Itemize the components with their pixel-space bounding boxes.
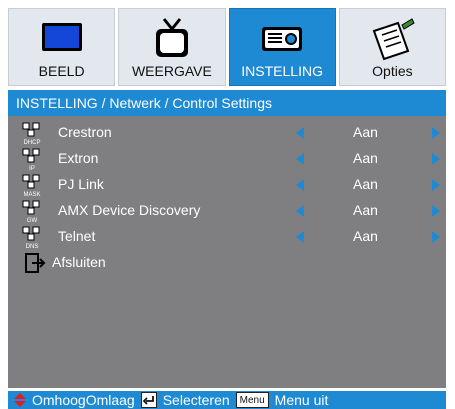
arrow-right-icon[interactable] — [432, 205, 440, 217]
tab-opties[interactable]: Opties — [338, 8, 446, 86]
exit-icon — [25, 253, 46, 273]
select-hint: Selecteren — [162, 392, 230, 408]
settings-list: DHCP Crestron Aan IP Extron Aan MASK PJ … — [8, 120, 446, 276]
tab-weergave[interactable]: WEERGAVE — [118, 8, 226, 86]
menu-tabs: BEELD WEERGAVE INSTELLING Opties — [8, 8, 446, 86]
enter-key-icon — [140, 392, 157, 408]
arrow-left-icon[interactable] — [296, 205, 304, 217]
setting-row-crestron[interactable]: DHCP Crestron Aan — [8, 120, 446, 146]
up-down-arrows-icon — [14, 393, 26, 407]
network-icon: DHCP — [22, 122, 41, 146]
exit-label: Afsluiten — [52, 254, 106, 270]
menu-exit-hint: Menu uit — [274, 392, 329, 408]
arrow-left-icon[interactable] — [296, 179, 304, 191]
network-icon: DNS — [22, 226, 40, 250]
setting-value: Aan — [353, 202, 378, 218]
breadcrumb: INSTELLING / Netwerk / Control Settings — [8, 90, 446, 116]
setting-label: Extron — [58, 150, 99, 166]
tv-icon — [155, 18, 188, 57]
tab-beeld[interactable]: BEELD — [8, 8, 116, 86]
arrow-right-icon[interactable] — [432, 153, 440, 165]
menu-key-icon: Menu — [235, 392, 269, 408]
setting-row-telnet[interactable]: DNS Telnet Aan — [8, 224, 446, 250]
tab-label: INSTELLING — [241, 63, 323, 79]
footer-help: OmhoogOmlaag Selecteren Menu Menu uit — [8, 391, 446, 409]
setting-value: Aan — [353, 228, 378, 244]
arrow-left-icon[interactable] — [296, 231, 304, 243]
setting-label: Crestron — [58, 124, 112, 140]
monitor-icon — [41, 23, 82, 51]
tab-label: WEERGAVE — [131, 63, 212, 79]
setting-value: Aan — [353, 124, 378, 140]
notepad-icon — [373, 18, 416, 61]
setting-value: Aan — [353, 176, 378, 192]
tab-label: BEELD — [38, 63, 85, 79]
setting-row-pj-link[interactable]: MASK PJ Link Aan — [8, 172, 446, 198]
osd-menu: BEELD WEERGAVE INSTELLING Opties INSTELL… — [0, 0, 455, 409]
setting-row-amx-device-discovery[interactable]: GW AMX Device Discovery Aan — [8, 198, 446, 224]
network-icon: MASK — [22, 174, 41, 198]
settings-panel: INSTELLING / Netwerk / Control Settings … — [8, 90, 446, 388]
tab-instelling[interactable]: INSTELLING — [228, 8, 336, 86]
arrow-left-icon[interactable] — [296, 153, 304, 165]
arrow-right-icon[interactable] — [432, 231, 440, 243]
network-icon: GW — [22, 200, 40, 224]
arrow-right-icon[interactable] — [432, 127, 440, 139]
updown-hint: OmhoogOmlaag — [32, 392, 135, 408]
arrow-left-icon[interactable] — [296, 127, 304, 139]
projector-icon — [262, 27, 303, 51]
setting-label: AMX Device Discovery — [58, 202, 201, 218]
setting-label: Telnet — [58, 228, 96, 244]
network-icon: IP — [22, 148, 40, 172]
arrow-right-icon[interactable] — [432, 179, 440, 191]
setting-value: Aan — [353, 150, 378, 166]
exit-row[interactable]: Afsluiten — [8, 250, 446, 276]
setting-row-extron[interactable]: IP Extron Aan — [8, 146, 446, 172]
tab-label: Opties — [372, 63, 413, 79]
setting-label: PJ Link — [58, 176, 104, 192]
